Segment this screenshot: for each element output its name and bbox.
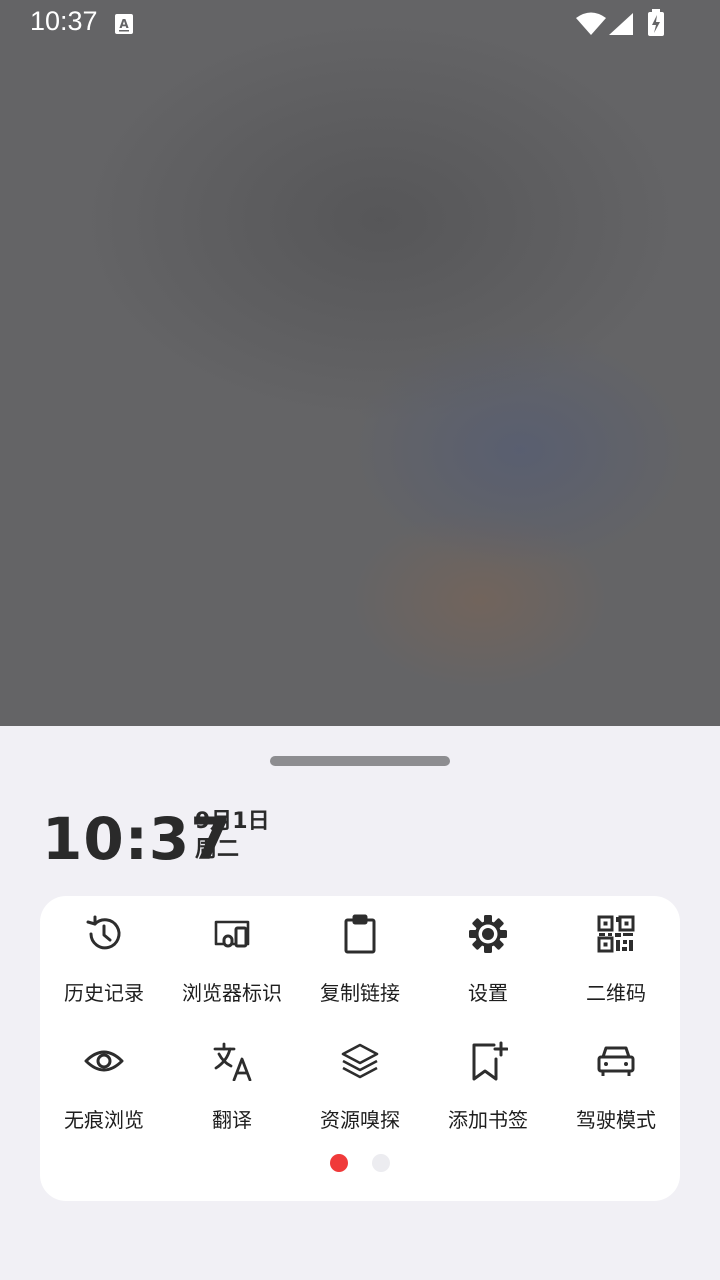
status-time: 10:37 [30, 6, 98, 36]
clock-date: 9月1日 [195, 809, 270, 834]
menu-item-translate[interactable]: 翻译 [168, 1023, 296, 1133]
menu-item-label: 二维码 [586, 981, 646, 1005]
translate-icon [212, 1041, 252, 1082]
menu-item-label: 复制链接 [320, 981, 400, 1005]
menu-item-copy-link[interactable]: 复制链接 [296, 896, 424, 1006]
menu-item-label: 无痕浏览 [64, 1108, 144, 1132]
history-icon [84, 914, 124, 954]
menu-item-label: 翻译 [212, 1108, 252, 1132]
menu-item-label: 设置 [468, 981, 508, 1005]
menu-card: 历史记录 浏览器标识 复制链接 设置 二维码 无痕浏览 翻译 资源嗅探 添加书签… [40, 896, 680, 1201]
a-icon: A [114, 13, 134, 39]
blurred-page-backdrop[interactable] [0, 0, 720, 726]
menu-item-label: 添加书签 [448, 1108, 528, 1132]
menu-item-settings[interactable]: 设置 [424, 896, 552, 1006]
bottom-menu-sheet: 10:37 9月1日 周二 历史记录 浏览器标识 复制链接 设置 二维码 无痕浏… [0, 726, 720, 1280]
status-bar: 10:37 A [0, 0, 720, 48]
menu-item-browser-ua[interactable]: 浏览器标识 [168, 896, 296, 1006]
screen: 10:37 A 10:37 9月1日 周二 历史记录 浏览器标识 复制链接 设置… [0, 0, 720, 1280]
menu-item-label: 资源嗅探 [320, 1108, 400, 1132]
page-indicator [40, 1154, 680, 1174]
menu-item-driving-mode[interactable]: 驾驶模式 [552, 1023, 680, 1133]
menu-item-add-bookmark[interactable]: 添加书签 [424, 1023, 552, 1133]
drag-handle[interactable] [270, 756, 450, 766]
page-dot-active[interactable] [330, 1154, 348, 1172]
eye-icon [84, 1041, 124, 1081]
qrcode-icon [596, 914, 636, 954]
bookmark-add-icon [468, 1041, 509, 1081]
layers-icon [340, 1041, 380, 1081]
page-dot-inactive[interactable] [372, 1154, 390, 1172]
menu-item-label: 历史记录 [64, 981, 144, 1005]
wifi-icon [576, 12, 606, 40]
menu-item-incognito[interactable]: 无痕浏览 [40, 1023, 168, 1133]
clock-weekday: 周二 [195, 837, 240, 862]
devices-icon [212, 914, 252, 954]
menu-item-qrcode[interactable]: 二维码 [552, 896, 680, 1006]
menu-item-label: 浏览器标识 [182, 981, 282, 1005]
car-icon [596, 1041, 636, 1081]
battery-charging-icon [646, 9, 666, 41]
svg-text:A: A [119, 17, 129, 31]
menu-item-history[interactable]: 历史记录 [40, 896, 168, 1006]
gear-icon [468, 914, 508, 954]
menu-item-label: 驾驶模式 [576, 1108, 656, 1132]
signal-icon [608, 12, 634, 40]
clock-date-block: 9月1日 周二 [195, 808, 270, 864]
clipboard-icon [340, 914, 380, 954]
menu-item-resource-sniff[interactable]: 资源嗅探 [296, 1023, 424, 1133]
